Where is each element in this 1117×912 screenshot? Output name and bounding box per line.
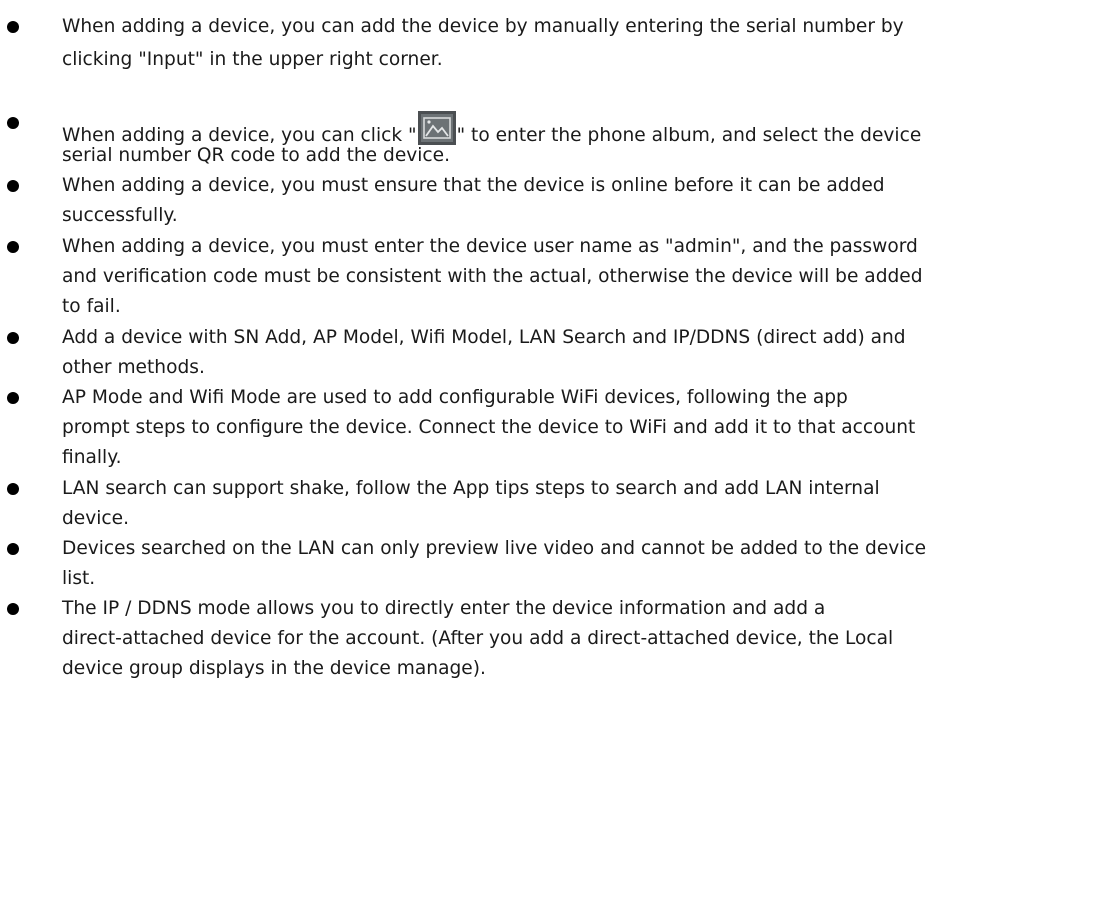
bullet-text-line: Devices searched on the LAN can only pre… xyxy=(62,538,927,559)
bullet-text-line: AP Mode and Wifi Mode are used to add co… xyxy=(62,387,848,408)
photo-album-icon[interactable] xyxy=(417,111,456,145)
bullet-dot-icon xyxy=(7,483,19,495)
bullet-text-line: serial number QR code to add the device. xyxy=(62,145,450,166)
bullet-text-line: When adding a device, you must enter the… xyxy=(62,236,918,257)
bullet-text-line: and verification code must be consistent… xyxy=(62,266,923,287)
bullet-text-segment: When adding a device, you can click " xyxy=(62,125,417,146)
bullet-text-line: finally. xyxy=(62,447,122,468)
bullet-text-line: When adding a device, you must ensure th… xyxy=(62,175,885,196)
bullet-text-line: Add a device with SN Add, AP Model, Wifi… xyxy=(62,327,906,348)
bullet-text-line: LAN search can support shake, follow the… xyxy=(62,478,880,499)
bullet-text-line: prompt steps to configure the device. Co… xyxy=(62,417,916,438)
bullet-text-line: direct-attached device for the account. … xyxy=(62,628,894,649)
bullet-dot-icon xyxy=(7,332,19,344)
bullet-text-line: to fail. xyxy=(62,296,121,317)
bullet-text-line: device. xyxy=(62,508,129,529)
bullet-dot-icon xyxy=(7,180,19,192)
document-page: When adding a device, you can add the de… xyxy=(0,0,1117,912)
bullet-text-line: When adding a device, you can add the de… xyxy=(62,16,904,37)
bullet-dot-icon xyxy=(7,21,19,33)
bullet-dot-icon xyxy=(7,241,19,253)
bullet-text-line: successfully. xyxy=(62,205,178,226)
bullet-text-line: The IP / DDNS mode allows you to directl… xyxy=(62,598,826,619)
bullet-text-line: clicking "Input" in the upper right corn… xyxy=(62,49,443,70)
bullet-text-segment: " to enter the phone album, and select t… xyxy=(456,125,922,146)
bullet-text-line: other methods. xyxy=(62,357,205,378)
bullet-dot-icon xyxy=(7,117,19,129)
bullet-dot-icon xyxy=(7,543,19,555)
bullet-dot-icon xyxy=(7,603,19,615)
bullet-text-line: device group displays in the device mana… xyxy=(62,658,486,679)
bullet-text-line: When adding a device, you can click " " … xyxy=(62,111,921,148)
bullet-dot-icon xyxy=(7,392,19,404)
bullet-text-line: list. xyxy=(62,568,96,589)
